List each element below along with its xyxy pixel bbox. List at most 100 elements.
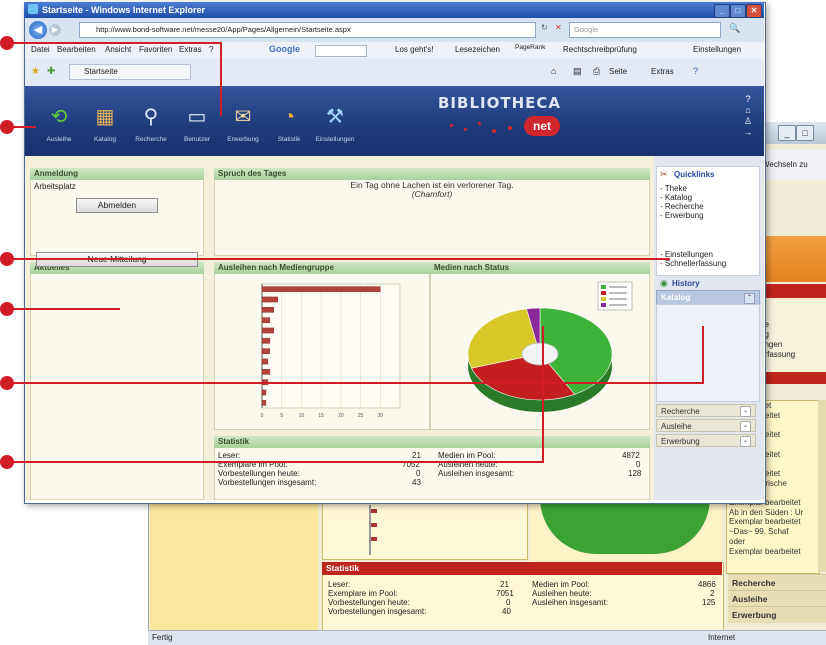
bar [261,338,271,344]
tool-katalog[interactable]: ▦ Katalog [82,104,128,156]
expand-icon[interactable]: ⌄ [740,436,751,447]
home-icon[interactable]: ⌂ [742,105,754,116]
help-icon[interactable]: ? [693,66,698,76]
side-ausleihe[interactable]: Ausleihe ⌄ [656,419,756,432]
bar [261,307,275,313]
stat-value: 21 [412,451,421,460]
back-side-recherche[interactable]: Recherche [728,574,826,591]
quicklink-erwerbung[interactable]: - Erwerbung [660,211,704,220]
expand-icon[interactable]: ⌄ [740,406,751,417]
tool-benutzer[interactable]: ▭ Benutzer [174,104,220,156]
toolbar-go[interactable]: Los geht's! [395,45,433,54]
tab-startseite[interactable]: Startseite [69,64,191,80]
home-icon[interactable]: ⌂ [551,66,556,76]
toolbar-settings[interactable]: Einstellungen [693,45,741,54]
scrollbar[interactable] [818,400,826,572]
user-card-icon: ▭ [187,106,207,128]
google-toolbar-logo: Google [269,44,300,54]
side-recherche-label: Recherche [661,407,700,416]
callout-line-6-v [542,326,544,463]
pie-hole [521,342,559,366]
user-icon[interactable]: ♙ [742,116,754,127]
bar-tick-label: 20 [338,413,344,419]
quicklink-katalog[interactable]: - Katalog [660,193,692,202]
status-text: Fertig [152,633,173,642]
search-icon[interactable]: 🔍 [729,23,740,34]
back-arrow-icon[interactable]: ◀ [29,21,47,39]
menu-bearbeiten[interactable]: Bearbeiten [57,45,96,54]
stop-icon[interactable]: ✕ [555,23,562,32]
favorites-star-icon[interactable]: ★ [31,66,40,77]
google-search-input[interactable] [315,45,367,57]
menu-datei[interactable]: Datei [31,45,50,54]
tool-einstellungen[interactable]: ⚒ Einstellungen [312,104,358,156]
bar [261,317,271,323]
abmelden-button[interactable]: Abmelden [76,198,158,213]
menu-ansicht[interactable]: Ansicht [105,45,131,54]
maximize-icon[interactable]: □ [796,125,814,141]
ausleihen-chart-title: Ausleihen nach Mediengruppe [214,262,430,274]
forward-arrow-icon[interactable]: ▶ [49,24,61,36]
history-title[interactable]: History [672,279,700,288]
pie-chart-icon: ◔ [282,106,296,128]
address-bar-row: ◀ ▶ http://www.bond-software.net/messe20… [25,18,764,43]
stat-value: 7051 [496,589,514,598]
side-recherche[interactable]: Recherche ⌄ [656,404,756,417]
back-side-ausleihe[interactable]: Ausleihe [728,590,826,607]
background-left-column [150,498,318,630]
refresh-icon[interactable]: ↻ [541,23,548,32]
legend-swatch [601,291,606,295]
bar [261,296,278,303]
help-icon[interactable]: ? [742,94,754,105]
bar [261,369,271,375]
page-menu[interactable]: Seite [609,67,627,76]
quicklink-schnellerfassung[interactable]: - Schnellerfassung [660,259,726,268]
quicklinks-title: Quicklinks [674,170,715,179]
stat-label: Medien im Pool: [438,451,496,460]
side-erwerbung[interactable]: Erwerbung ⌄ [656,434,756,447]
minimize-icon[interactable]: _ [778,125,796,141]
quicklink-theke[interactable]: - Theke [660,184,687,193]
stat-label: Vorbestellungen insgesamt: [328,607,427,616]
search-input[interactable]: Google [569,22,721,38]
magnifier-icon: ⚲ [143,106,159,128]
minimize-icon[interactable]: _ [714,4,730,18]
log-line: oder [729,536,746,546]
bar [261,286,381,292]
ausleihen-bar-chart: 0 5 10 15 20 25 30 [261,283,401,419]
callout-line-3 [10,258,670,260]
back-side-erwerbung[interactable]: Erwerbung [728,606,826,623]
menu-extras[interactable]: Extras [179,45,202,54]
feeds-icon[interactable]: ▤ [573,66,582,77]
print-icon[interactable]: ⎙ [593,66,600,77]
tool-erwerbung[interactable]: ✉ Erwerbung [220,104,266,156]
stat-value: 43 [412,478,421,487]
collapse-icon[interactable]: ⌃ [744,293,755,304]
tool-recherche[interactable]: ⚲ Recherche [128,104,174,156]
spruch-title: Spruch des Tages [214,168,650,180]
close-icon[interactable]: ✕ [746,4,762,18]
toolbar-bookmarks[interactable]: Lesezeichen [455,45,500,54]
stat-label: Ausleihen heute: [532,589,592,598]
background-header [760,236,826,282]
medien-pie-chart [467,281,633,412]
log-line: Exemplar bearbeitet [729,546,801,556]
callout-line-2 [10,126,36,128]
menu-favoriten[interactable]: Favoriten [139,45,172,54]
callout-line-4 [10,308,120,310]
toolbar-spellcheck[interactable]: Rechtschreibprüfung [563,45,637,54]
tools-menu[interactable]: Extras [651,67,674,76]
address-input[interactable]: http://www.bond-software.net/messe20/App… [79,22,536,38]
expand-icon[interactable]: ⌄ [740,421,751,432]
add-favorite-icon[interactable]: ✚ [47,66,55,77]
stat-value: 125 [702,598,716,607]
toolbar-pagerank[interactable]: PageRank [515,44,545,51]
logout-icon[interactable]: → [742,127,754,138]
menu-help[interactable]: ? [209,45,213,54]
tool-statistik[interactable]: ◔ Statistik [266,104,312,156]
background-statistik-title: Statistik [322,562,722,575]
tool-ausleihe[interactable]: ⟲ Ausleihe [36,104,82,156]
bar [261,400,267,406]
maximize-icon[interactable]: □ [730,4,746,18]
quicklink-recherche[interactable]: - Recherche [660,202,704,211]
